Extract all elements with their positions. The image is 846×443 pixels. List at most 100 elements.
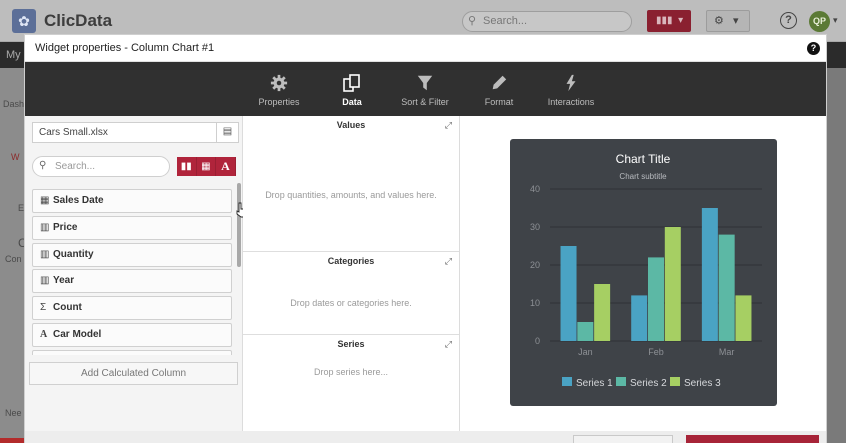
field-item[interactable]: ▥ Price: [32, 215, 232, 240]
gear-icon: [270, 74, 288, 92]
app-name: ClicData: [44, 11, 113, 30]
field-label: Price: [53, 221, 78, 233]
search-icon: ⚲: [468, 15, 477, 27]
save-button[interactable]: [686, 435, 819, 443]
dialog-title: Widget properties - Column Chart #1: [35, 42, 215, 54]
sidebar-fragment[interactable]: Dash: [3, 99, 24, 109]
preview-panel: Chart Title Chart subtitle 0 10 20 30 40 Jan…: [460, 116, 826, 442]
bar-chart-icon: ▥: [40, 248, 50, 260]
chart-title: Chart Title: [616, 152, 671, 166]
bar-chart-icon: ▥: [40, 221, 50, 233]
drop-zone-hint: Drop quantities, amounts, and values her…: [265, 190, 437, 200]
add-calculated-column-button[interactable]: Add Calculated Column: [29, 362, 238, 385]
bar[interactable]: [735, 295, 752, 341]
field-label: Car Model: [53, 328, 102, 340]
drop-zone-title: Categories: [327, 256, 375, 266]
categories-drop-zone[interactable]: Categories ⤢ Drop dates or categories he…: [243, 252, 459, 335]
app-search-input[interactable]: Search...: [462, 11, 632, 32]
tab-properties[interactable]: Properties: [253, 62, 305, 116]
tab-label: Data: [342, 97, 362, 107]
field-item[interactable]: A Car Model: [32, 322, 232, 347]
help-icon[interactable]: ?: [780, 12, 797, 29]
chart-preview: Chart Title Chart subtitle 0 10 20 30 40 Jan…: [510, 139, 777, 406]
expand-icon[interactable]: ⤢: [445, 339, 452, 350]
y-tick-label: 0: [535, 336, 540, 346]
field-list-scrollbar[interactable]: [237, 183, 241, 267]
bar[interactable]: [577, 322, 594, 341]
chevron-down-icon[interactable]: ▾: [833, 15, 838, 26]
lightning-icon: [566, 74, 576, 92]
text-icon[interactable]: A: [216, 157, 236, 176]
field-label: Quantity: [53, 248, 94, 260]
field-item[interactable]: ▥ Quantity: [32, 242, 232, 267]
sidebar-fragment[interactable]: Con: [5, 254, 22, 264]
tab-label: Interactions: [547, 97, 595, 107]
field-item[interactable]: Σ Count: [32, 296, 232, 321]
expand-icon[interactable]: ⤢: [445, 256, 452, 267]
bar[interactable]: [594, 284, 611, 341]
bar[interactable]: [664, 227, 681, 341]
y-tick-label: 30: [530, 222, 540, 232]
nav-fragment[interactable]: My: [6, 49, 21, 61]
bar[interactable]: [648, 257, 664, 341]
field-label: Year: [53, 275, 75, 287]
text-icon: A: [40, 328, 48, 340]
x-tick-label: Jan: [578, 347, 593, 357]
widget-properties-dialog: Widget properties - Column Chart #1 ? Pr…: [24, 34, 827, 443]
cancel-button[interactable]: [573, 435, 673, 443]
tab-sort-filter[interactable]: Sort & Filter: [395, 62, 455, 116]
datasource-select[interactable]: Cars Small.xlsx ▤: [32, 122, 239, 143]
search-icon: ⚲: [39, 160, 47, 171]
sidebar-fragment[interactable]: Nee: [5, 408, 22, 418]
tab-format[interactable]: Format: [477, 62, 521, 116]
add-widget-button[interactable]: ▮▮▮ ▾: [647, 10, 691, 32]
sigma-icon: Σ: [40, 302, 47, 314]
dialog-header: Widget properties - Column Chart #1 ?: [25, 35, 826, 62]
field-search-input[interactable]: Search...: [32, 156, 170, 177]
file-icon[interactable]: ▤: [216, 123, 238, 142]
field-list: ▦ Sales Date ▥ Price ▥ Quantity ▥ Year Σ Coun…: [32, 189, 232, 355]
field-label: Sales Date: [53, 195, 104, 206]
bar-chart-icon: ▥: [40, 275, 50, 287]
field-item[interactable]: ▥ Year: [32, 269, 232, 294]
help-icon[interactable]: ?: [807, 42, 820, 55]
calendar-icon[interactable]: ▦: [196, 157, 217, 176]
legend-swatch: [670, 377, 680, 386]
field-item[interactable]: [32, 349, 232, 355]
clicdata-logo-icon: ✿: [12, 9, 36, 33]
series-drop-zone[interactable]: Series ⤢ Drop series here...: [243, 335, 459, 389]
y-tick-label: 40: [530, 184, 540, 194]
bar[interactable]: [701, 208, 718, 341]
drop-zone-title: Values: [336, 120, 366, 130]
fields-panel: Cars Small.xlsx ▤ Search... ⚲ ▮▮ ▦ A ▦ Sa…: [25, 116, 247, 442]
data-icon: [343, 74, 360, 92]
legend-label: Series 3: [684, 378, 721, 389]
sidebar-fragment[interactable]: W: [11, 152, 20, 162]
tab-data[interactable]: Data: [331, 62, 373, 116]
tab-label: Format: [484, 97, 514, 107]
datasource-name: Cars Small.xlsx: [39, 127, 108, 138]
chart-subtitle: Chart subtitle: [619, 172, 667, 181]
y-tick-label: 10: [530, 298, 540, 308]
properties-toolbar: Properties Data Sort & Filter Format Int…: [25, 62, 826, 116]
expand-icon[interactable]: ⤢: [445, 120, 452, 131]
bar[interactable]: [718, 234, 735, 341]
bar[interactable]: [631, 295, 648, 341]
x-tick-label: Mar: [719, 347, 735, 357]
legend-label: Series 1: [576, 378, 613, 389]
drop-zone-hint: Drop series here...: [313, 367, 389, 377]
bar[interactable]: [560, 246, 577, 341]
legend-label: Series 2: [630, 378, 667, 389]
tab-label: Properties: [258, 97, 300, 107]
bar-chart-icon[interactable]: ▮▮: [177, 157, 197, 176]
field-type-filters: ▮▮ ▦ A: [177, 157, 236, 176]
values-drop-zone[interactable]: Values ⤢ Drop quantities, amounts, and v…: [243, 116, 459, 252]
legend-swatch: [562, 377, 572, 386]
avatar[interactable]: QP: [809, 11, 830, 32]
drop-zones-panel: Values ⤢ Drop quantities, amounts, and v…: [243, 116, 460, 442]
settings-button[interactable]: ⚙ ▾: [706, 10, 750, 32]
field-item[interactable]: ▦ Sales Date: [32, 189, 232, 213]
calendar-icon: ▦: [40, 195, 50, 206]
tab-interactions[interactable]: Interactions: [543, 62, 599, 116]
tab-label: Sort & Filter: [401, 97, 449, 107]
